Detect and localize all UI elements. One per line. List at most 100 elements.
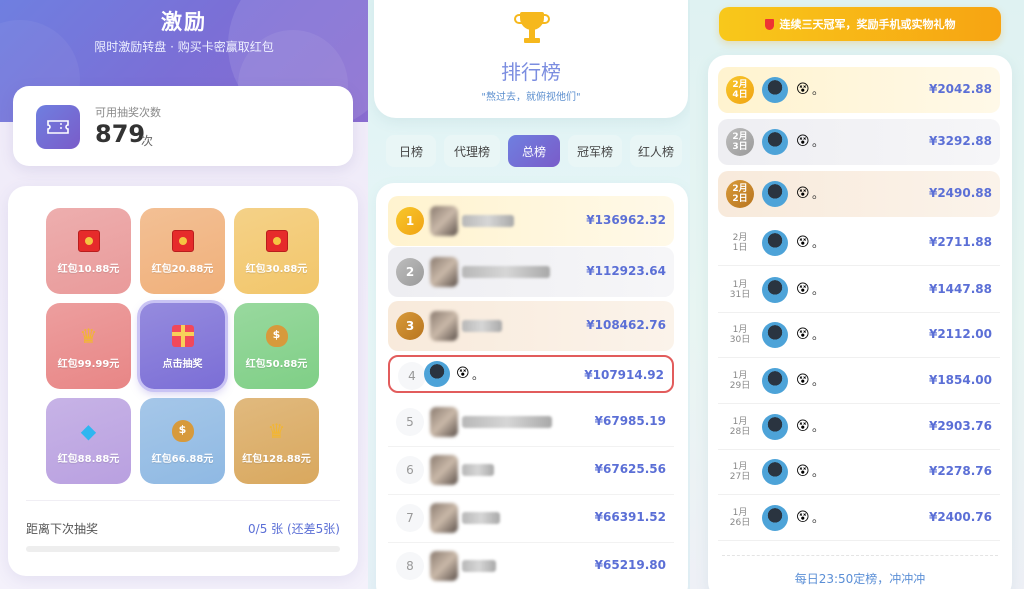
champion-row[interactable]: 2月 4日 😵。 ¥2042.88 bbox=[718, 67, 1000, 113]
champion-row[interactable]: 1月 27日 😵。 ¥2278.76 bbox=[718, 449, 1000, 495]
champion-row[interactable]: 1月 31日 😵。 ¥1447.88 bbox=[718, 267, 1000, 313]
leaderboard-row[interactable]: 6 ¥67625.56 bbox=[388, 445, 674, 495]
rank-number: 8 bbox=[396, 552, 424, 580]
date-month: 1月 bbox=[732, 417, 748, 427]
user-name bbox=[462, 320, 502, 332]
champion-list: 每日23:50定榜，冲冲冲 2月 4日 😵。 ¥2042.88 2月 3日 😵。 ¥3292.… bbox=[708, 55, 1012, 589]
prize-tile: ◆ 红包88.88元 bbox=[46, 398, 131, 484]
user-name bbox=[462, 416, 552, 428]
prize-label: 红包88.88元 bbox=[57, 453, 120, 465]
champion-row[interactable]: 1月 28日 😵。 ¥2903.76 bbox=[718, 404, 1000, 450]
amount: ¥67625.56 bbox=[594, 462, 666, 476]
leaderboard-row[interactable]: 8 ¥65219.80 bbox=[388, 541, 674, 589]
champion-row[interactable]: 1月 29日 😵。 ¥1854.00 bbox=[718, 358, 1000, 404]
emoji-icon: 😵 bbox=[796, 419, 810, 434]
date-badge: 2月 1日 bbox=[726, 229, 754, 257]
tab-1[interactable]: 代理榜 bbox=[444, 135, 500, 167]
incentive-panel: 激励 限时激励转盘 · 购买卡密赢取红包 可用抽奖次数 879 次 红包10.8… bbox=[0, 0, 368, 589]
draw-button[interactable]: 点击抽奖 bbox=[140, 303, 225, 389]
prize-tile: ♛ 红包99.99元 bbox=[46, 303, 131, 389]
date-month: 1月 bbox=[732, 462, 748, 472]
date-day: 30日 bbox=[729, 335, 751, 345]
date-month: 1月 bbox=[732, 280, 748, 290]
user-name bbox=[462, 266, 550, 278]
user-name bbox=[462, 464, 494, 476]
trophy-icon bbox=[514, 12, 550, 48]
leaderboard-title: 排行榜 bbox=[501, 60, 561, 84]
avatar bbox=[430, 311, 458, 341]
date-month: 2月 bbox=[732, 80, 748, 90]
champion-row[interactable]: 2月 1日 😵。 ¥2711.88 bbox=[718, 220, 1000, 266]
amount: ¥2042.88 bbox=[928, 82, 992, 96]
champion-row[interactable]: 1月 26日 😵。 ¥2400.76 bbox=[718, 495, 1000, 541]
rank-deadline-note: 每日23:50定榜，冲冲冲 bbox=[794, 572, 926, 586]
divider bbox=[722, 555, 998, 556]
date-badge: 1月 30日 bbox=[726, 321, 754, 349]
tab-2[interactable]: 总榜 bbox=[508, 135, 560, 167]
amount: ¥107914.92 bbox=[584, 368, 664, 382]
leaderboard-row[interactable]: 5 ¥67985.19 bbox=[388, 397, 674, 447]
avatar bbox=[762, 505, 788, 531]
amount: ¥112923.64 bbox=[586, 264, 666, 278]
date-badge: 1月 31日 bbox=[726, 276, 754, 304]
user-name: 。 bbox=[812, 374, 825, 388]
avatar bbox=[424, 361, 450, 387]
tab-0[interactable]: 日榜 bbox=[386, 135, 436, 167]
leaderboard-row[interactable]: 2 ¥112923.64 bbox=[388, 247, 674, 297]
prize-label: 红包30.88元 bbox=[245, 263, 308, 275]
amount: ¥2711.88 bbox=[928, 235, 992, 249]
date-day: 29日 bbox=[729, 381, 751, 391]
date-day: 4日 bbox=[732, 90, 748, 100]
emoji-icon: 😵 bbox=[796, 464, 810, 479]
draw-count-card: 可用抽奖次数 879 次 bbox=[13, 86, 353, 166]
rank-badge: 2 bbox=[396, 258, 424, 286]
user-name: 。 bbox=[812, 420, 825, 434]
avatar bbox=[762, 129, 788, 155]
champion-row[interactable]: 1月 30日 😵。 ¥2112.00 bbox=[718, 312, 1000, 358]
page-title: 激励 bbox=[161, 10, 207, 34]
leaderboard-list: 1 ¥136962.32 2 ¥112923.64 3 ¥108462.76 4 😵。 ¥107… bbox=[376, 183, 688, 589]
emoji-icon: 😵 bbox=[796, 327, 810, 342]
date-month: 2月 bbox=[732, 184, 748, 194]
avatar bbox=[762, 77, 788, 103]
user-name bbox=[462, 560, 496, 572]
red-packet-icon bbox=[264, 228, 290, 254]
prize-tile: ♛ 红包128.88元 bbox=[234, 398, 319, 484]
amount: ¥2400.76 bbox=[928, 510, 992, 524]
rank-badge: 1 bbox=[396, 207, 424, 235]
prize-label: 红包128.88元 bbox=[242, 453, 311, 465]
ticket-icon bbox=[36, 105, 80, 149]
tab-3[interactable]: 冠军榜 bbox=[568, 135, 622, 167]
red-packet-icon bbox=[170, 228, 196, 254]
user-name: 。 bbox=[812, 328, 825, 342]
leaderboard-row[interactable]: 7 ¥66391.52 bbox=[388, 493, 674, 543]
user-name: 。 bbox=[812, 83, 825, 97]
tab-4[interactable]: 红人榜 bbox=[630, 135, 682, 167]
champion-row[interactable]: 2月 2日 😵。 ¥2490.88 bbox=[718, 171, 1000, 217]
emoji-icon: 😵 bbox=[796, 186, 810, 201]
user-name bbox=[462, 215, 514, 227]
amount: ¥2112.00 bbox=[928, 327, 992, 341]
leaderboard-row[interactable]: 3 ¥108462.76 bbox=[388, 301, 674, 351]
leaderboard-row[interactable]: 4 😵。 ¥107914.92 bbox=[388, 355, 674, 393]
leaderboard-row[interactable]: 1 ¥136962.32 bbox=[388, 196, 674, 246]
avatar bbox=[430, 206, 458, 236]
diamond-icon: ◆ bbox=[80, 418, 97, 443]
trophy-icon bbox=[764, 18, 774, 30]
amount: ¥65219.80 bbox=[594, 558, 666, 572]
avatar bbox=[430, 257, 458, 287]
champions-panel: 连续三天冠军，奖励手机或实物礼物 每日23:50定榜，冲冲冲 2月 4日 😵。 ¥20… bbox=[690, 0, 1024, 589]
avatar bbox=[430, 551, 458, 581]
champion-row[interactable]: 2月 3日 😵。 ¥3292.88 bbox=[718, 119, 1000, 165]
amount: ¥1447.88 bbox=[928, 282, 992, 296]
prize-label: 点击抽奖 bbox=[162, 358, 203, 370]
draw-count-unit: 次 bbox=[141, 134, 154, 148]
date-day: 31日 bbox=[729, 290, 751, 300]
emoji-icon: 😵 bbox=[796, 82, 810, 97]
prize-tile: 红包30.88元 bbox=[234, 208, 319, 294]
user-name: 。 bbox=[812, 511, 825, 525]
avatar bbox=[762, 277, 788, 303]
draw-count-value: 879 bbox=[95, 120, 146, 148]
avatar bbox=[762, 322, 788, 348]
user-name: 。 bbox=[812, 283, 825, 297]
